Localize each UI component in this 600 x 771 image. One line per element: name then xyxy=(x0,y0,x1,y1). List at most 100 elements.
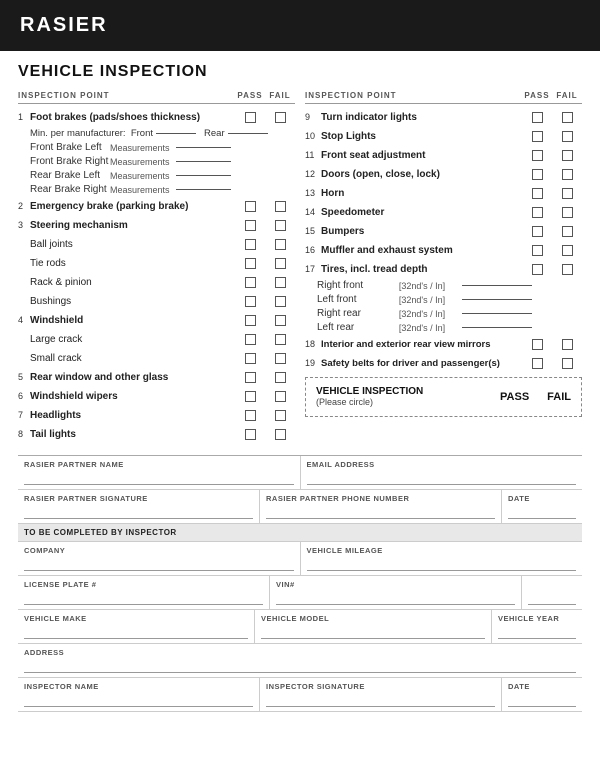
inspection-item-1: 1 Foot brakes (pads/shoes thickness) xyxy=(18,109,295,125)
item-2-pass[interactable] xyxy=(235,201,265,212)
item-1-front-brake-left: Front Brake Left Measurements xyxy=(18,142,295,153)
make-field: VEHICLE MAKE xyxy=(18,610,255,643)
inspector-name-field: INSPECTOR NAME xyxy=(18,678,260,711)
item-1-rear-brake-right: Rear Brake Right Measurements xyxy=(18,184,295,195)
item-5-number: 5 xyxy=(18,372,30,382)
item-2-label: Emergency brake (parking brake) xyxy=(30,201,235,212)
inspection-item-14: 14 Speedometer xyxy=(305,204,582,220)
year-field: VEHICLE YEAR xyxy=(492,610,582,643)
inspection-item-9: 9 Turn indicator lights xyxy=(305,109,582,125)
item-1-rear-line xyxy=(228,133,268,134)
left-col-header-pass: PASS xyxy=(235,91,265,100)
year-label: VEHICLE YEAR xyxy=(498,614,576,623)
left-col-header-label: INSPECTION POINT xyxy=(18,91,235,100)
inspection-item-3: 3 Steering mechanism xyxy=(18,217,295,233)
app-header: RASIER xyxy=(0,0,600,51)
item-7-number: 7 xyxy=(18,410,30,420)
signature-field: RASIER PARTNER SIGNATURE xyxy=(18,490,260,523)
item-1-fail[interactable] xyxy=(265,112,295,123)
make-label: VEHICLE MAKE xyxy=(24,614,248,623)
item-5-label: Rear window and other glass xyxy=(30,372,235,383)
inspector-date-label: DATE xyxy=(508,682,576,691)
date-field: DATE xyxy=(502,490,582,523)
tread-right-front: Right front [32nd's / In] xyxy=(305,280,582,291)
signature-row: RASIER PARTNER SIGNATURE RASIER PARTNER … xyxy=(18,490,582,524)
inspector-sig-field: INSPECTOR SIGNATURE xyxy=(260,678,502,711)
inspection-item-10: 10 Stop Lights xyxy=(305,128,582,144)
email-label: EMAIL ADDRESS xyxy=(307,460,577,469)
inspection-item-17: 17 Tires, incl. tread depth xyxy=(305,261,582,277)
item-1-rear-brake-left: Rear Brake Left Measurements xyxy=(18,170,295,181)
item-6-number: 6 xyxy=(18,391,30,401)
vin-field: VIN# xyxy=(270,576,522,609)
signature-label: RASIER PARTNER SIGNATURE xyxy=(24,494,253,503)
item-2-number: 2 xyxy=(18,201,30,211)
inspection-item-2: 2 Emergency brake (parking brake) xyxy=(18,198,295,214)
left-col-header-fail: FAIL xyxy=(265,91,295,100)
item-1-front-line xyxy=(156,133,196,134)
item-4-label: Windshield xyxy=(30,315,235,326)
inspection-item-11: 11 Front seat adjustment xyxy=(305,147,582,163)
item-1-front-brake-right: Front Brake Right Measurements xyxy=(18,156,295,167)
vehicle-inspection-box: VEHICLE INSPECTION (Please circle) PASS … xyxy=(305,377,582,417)
company-mileage-row: COMPANY VEHICLE MILEAGE xyxy=(18,542,582,576)
vi-sub: (Please circle) xyxy=(316,397,373,407)
vi-label: VEHICLE INSPECTION (Please circle) xyxy=(316,386,500,408)
item-1-pass[interactable] xyxy=(235,112,265,123)
mileage-label: VEHICLE MILEAGE xyxy=(307,546,577,555)
inspector-section-header: TO BE COMPLETED BY INSPECTOR xyxy=(18,524,582,542)
inspector-name-sig-row: INSPECTOR NAME INSPECTOR SIGNATURE DATE xyxy=(18,678,582,712)
plate-field: LICENSE PLATE # xyxy=(18,576,270,609)
inspection-item-19: 19 Safety belts for driver and passenger… xyxy=(305,355,582,371)
inspection-item-16: 16 Muffler and exhaust system xyxy=(305,242,582,258)
item-3-number: 3 xyxy=(18,220,30,230)
item-4-number: 4 xyxy=(18,315,30,325)
item-1-pass-checkbox[interactable] xyxy=(245,112,256,123)
partner-name-label: RASIER PARTNER NAME xyxy=(24,460,294,469)
inspector-sig-label: INSPECTOR SIGNATURE xyxy=(266,682,495,691)
item-7-label: Headlights xyxy=(30,410,235,421)
inspection-item-5: 5 Rear window and other glass xyxy=(18,369,295,385)
item-3-label: Steering mechanism xyxy=(30,220,235,231)
partner-name-email-row: RASIER PARTNER NAME EMAIL ADDRESS xyxy=(18,456,582,490)
inspection-item-8: 8 Tail lights xyxy=(18,426,295,442)
item-1-number: 1 xyxy=(18,112,30,122)
company-field: COMPANY xyxy=(18,542,301,575)
inspection-item-7: 7 Headlights xyxy=(18,407,295,423)
vi-pass-label: PASS xyxy=(500,391,529,403)
item-4-large-crack: Large crack xyxy=(18,331,295,347)
address-field: ADDRESS xyxy=(18,644,582,677)
item-2-fail[interactable] xyxy=(265,201,295,212)
inspection-item-13: 13 Horn xyxy=(305,185,582,201)
main-content: VEHICLE INSPECTION INSPECTION POINT PASS… xyxy=(0,51,600,720)
inspection-item-12: 12 Doors (open, close, lock) xyxy=(305,166,582,182)
item-1-fail-checkbox[interactable] xyxy=(275,112,286,123)
vi-fail-label: FAIL xyxy=(547,391,571,403)
item-1-label: Foot brakes (pads/shoes thickness) xyxy=(30,112,235,123)
address-row: ADDRESS xyxy=(18,644,582,678)
left-column: INSPECTION POINT PASS FAIL 1 Foot brakes… xyxy=(18,91,295,445)
model-field: VEHICLE MODEL xyxy=(255,610,492,643)
left-col-header: INSPECTION POINT PASS FAIL xyxy=(18,91,295,104)
plate-vin-row: LICENSE PLATE # VIN# xyxy=(18,576,582,610)
inspection-item-15: 15 Bumpers xyxy=(305,223,582,239)
item-3-ball-joints: Ball joints xyxy=(18,236,295,252)
date-label: DATE xyxy=(508,494,576,503)
phone-field: RASIER PARTNER PHONE NUMBER xyxy=(260,490,502,523)
vin-extra-field xyxy=(522,576,582,609)
tread-right-rear: Right rear [32nd's / In] xyxy=(305,308,582,319)
vi-options: PASS FAIL xyxy=(500,391,571,403)
tread-left-rear: Left rear [32nd's / In] xyxy=(305,322,582,333)
partner-name-field: RASIER PARTNER NAME xyxy=(18,456,301,489)
item-8-label: Tail lights xyxy=(30,429,235,440)
inspector-name-label: INSPECTOR NAME xyxy=(24,682,253,691)
columns-wrapper: INSPECTION POINT PASS FAIL 1 Foot brakes… xyxy=(18,91,582,445)
item-3-fail[interactable] xyxy=(265,220,295,231)
plate-label: LICENSE PLATE # xyxy=(24,580,263,589)
right-column: INSPECTION POINT PASS FAIL 9 Turn indica… xyxy=(305,91,582,445)
item-3-pass[interactable] xyxy=(235,220,265,231)
right-col-header-label: INSPECTION POINT xyxy=(305,91,522,100)
app-title: RASIER xyxy=(20,14,108,36)
right-col-header: INSPECTION POINT PASS FAIL xyxy=(305,91,582,104)
company-label: COMPANY xyxy=(24,546,294,555)
